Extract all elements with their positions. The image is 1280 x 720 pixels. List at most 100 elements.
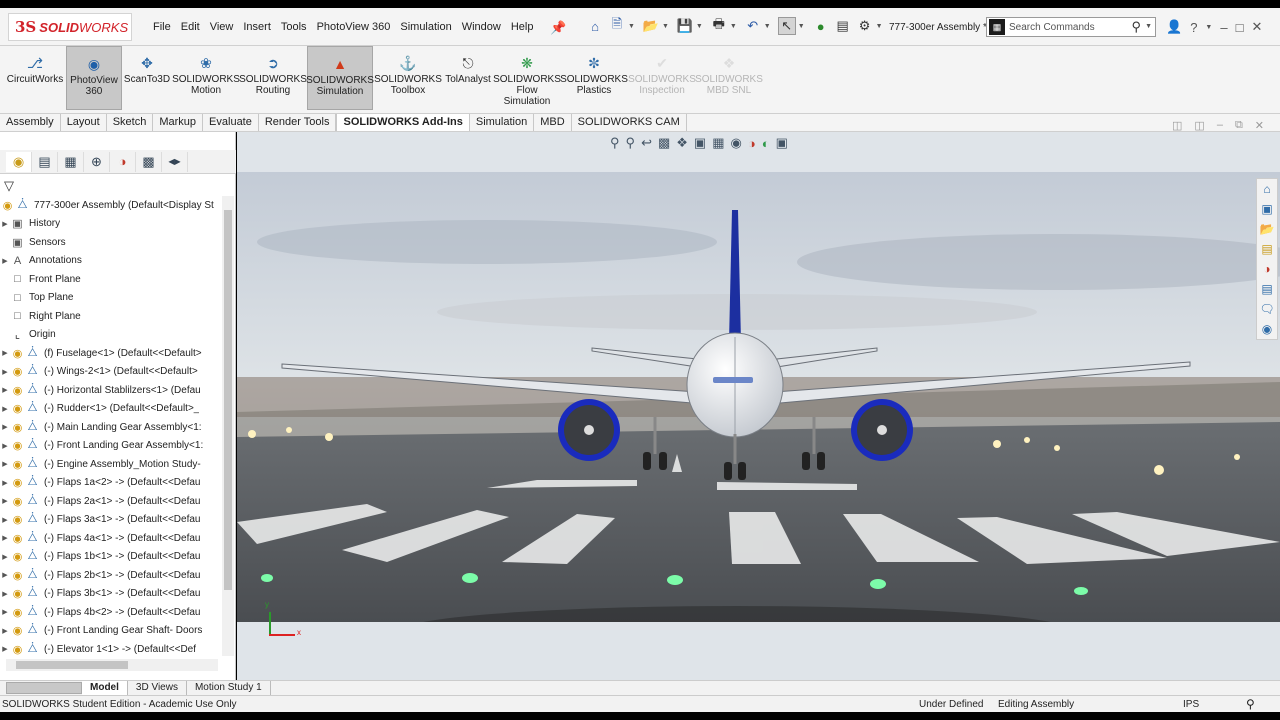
solidworks-motion-button[interactable]: ❀ SOLIDWORKS Motion — [172, 46, 240, 110]
expand-icon[interactable]: ▶ — [0, 608, 10, 616]
tree-item[interactable]: ▶ ◉ ⧊ (-) Flaps 1a<2> -> (Default<<Defau — [0, 474, 222, 492]
tab-simulation[interactable]: Simulation — [470, 114, 535, 131]
help-icon[interactable]: ? — [1190, 20, 1197, 35]
menu-view[interactable]: View — [210, 21, 234, 33]
tree-item[interactable]: ▶ ◉ ⧊ (-) Flaps 3a<1> -> (Default<<Defau — [0, 511, 222, 529]
doc-restore-icon[interactable]: ⧉ — [1235, 119, 1243, 132]
zoom-to-area-icon[interactable]: ⚲ — [626, 135, 636, 151]
tab-evaluate[interactable]: Evaluate — [203, 114, 259, 131]
expand-icon[interactable]: ▶ — [0, 479, 10, 487]
tolanalyst-button[interactable]: ⎋ TolAnalyst — [442, 46, 494, 110]
photoview-360-button[interactable]: ◉ PhotoView 360 — [66, 46, 122, 110]
feature-tree-icon[interactable]: ◉ — [6, 151, 32, 172]
save-dropdown-icon[interactable]: ▼ — [696, 23, 703, 30]
expand-icon[interactable]: ▶ — [0, 516, 10, 524]
rebuild-status-icon[interactable]: ⚲ — [1246, 697, 1255, 711]
tree-item[interactable]: □ Right Plane — [0, 307, 222, 325]
tab-sketch[interactable]: Sketch — [107, 114, 154, 131]
status-units[interactable]: IPS — [1183, 699, 1199, 710]
expand-icon[interactable]: ▶ — [0, 590, 10, 598]
expand-icon[interactable]: ▶ — [0, 257, 10, 265]
scanto3d-button[interactable]: ✥ ScanTo3D — [122, 46, 172, 110]
filter-icon[interactable]: ▽ — [4, 178, 14, 194]
expand-icon[interactable]: ▶ — [0, 220, 10, 228]
dynamic-annotation-icon[interactable]: ❖ — [676, 135, 688, 151]
tile-left-icon[interactable]: ◫ — [1172, 119, 1182, 132]
flow-simulation-button[interactable]: ❋ SOLIDWORKS Flow Simulation — [493, 46, 561, 110]
tree-item[interactable]: ▶ ◉ ⧊ (-) Horizontal Stablilzers<1> (Defau — [0, 381, 222, 399]
search-icon[interactable]: ⚲ — [1131, 19, 1141, 35]
tree-item[interactable]: □ Front Plane — [0, 270, 222, 288]
design-library-icon[interactable]: ▣ — [1261, 199, 1272, 219]
file-properties-icon[interactable]: ▤ — [834, 17, 852, 35]
graphics-area[interactable]: ⚲ ⚲ ↩ ▩ ❖ ▣ ▦ ◉ ◑ ◐ ▣ y x — [237, 132, 1280, 680]
tree-item[interactable]: ▶ ▣ History — [0, 215, 222, 233]
tree-item[interactable]: ▶ ◉ ⧊ (-) Flaps 4b<2> -> (Default<<Defau — [0, 603, 222, 621]
zoom-to-fit-icon[interactable]: ⚲ — [610, 135, 620, 151]
undo-dropdown-icon[interactable]: ▼ — [764, 23, 771, 30]
tree-item[interactable]: ⌞ Origin — [0, 326, 222, 344]
solidworks-simulation-button[interactable]: ▲ SOLIDWORKS Simulation — [306, 46, 374, 110]
tree-root[interactable]: ◉ ⧊ 777-300er Assembly (Default<Display … — [0, 196, 222, 214]
solidworks-inspection-button[interactable]: ✔ SOLIDWORKS Inspection — [628, 46, 696, 110]
solidworks-resources-icon[interactable]: ⌂ — [1263, 179, 1270, 199]
tree-item[interactable]: ▶ ◉ ⧊ (-) Flaps 2a<1> -> (Default<<Defau — [0, 492, 222, 510]
expand-icon[interactable]: ▶ — [0, 460, 10, 468]
doc-minimize-icon[interactable]: – — [1217, 119, 1223, 132]
previous-view-icon[interactable]: ↩ — [641, 135, 652, 151]
tree-item[interactable]: ▶ ◉ ⧊ (-) Flaps 3b<1> -> (Default<<Defau — [0, 585, 222, 603]
new-dropdown-icon[interactable]: ▼ — [628, 23, 635, 30]
section-view-icon[interactable]: ▩ — [658, 135, 670, 151]
expand-icon[interactable]: ▶ — [0, 442, 10, 450]
reference-triad[interactable]: y x — [265, 600, 305, 640]
select-cursor-icon[interactable]: ↖ — [777, 17, 796, 35]
configuration-manager-icon[interactable]: ▦ — [58, 151, 84, 172]
cam-feature-tree-icon[interactable]: ▩ — [136, 151, 162, 172]
tab-assembly[interactable]: Assembly — [0, 114, 61, 131]
expand-icon[interactable]: ▶ — [0, 645, 10, 653]
edit-appearance-icon[interactable]: ◑ — [748, 136, 756, 151]
menu-file[interactable]: File — [153, 21, 171, 33]
expand-icon[interactable]: ▶ — [0, 553, 10, 561]
tree-item[interactable]: ▶ ◉ ⧊ (f) Fuselage<1> (Default<<Default> — [0, 344, 222, 362]
expand-icon[interactable]: ▶ — [0, 386, 10, 394]
tree-item[interactable]: ▣ Sensors — [0, 233, 222, 251]
menu-insert[interactable]: Insert — [243, 21, 271, 33]
view-settings-icon[interactable]: ▣ — [776, 135, 788, 151]
options-dropdown-icon[interactable]: ▼ — [876, 23, 883, 30]
search-dropdown-icon[interactable]: ▼ — [1145, 23, 1152, 30]
tab-markup[interactable]: Markup — [153, 114, 204, 131]
print-dropdown-icon[interactable]: ▼ — [730, 23, 737, 30]
property-manager-icon[interactable]: ▤ — [32, 151, 58, 172]
view-orientation-icon[interactable]: ▣ — [694, 135, 706, 151]
solidworks-plastics-button[interactable]: ✼ SOLIDWORKS Plastics — [560, 46, 628, 110]
pin-menu-icon[interactable]: 📌 — [550, 20, 566, 36]
tab-render-tools[interactable]: Render Tools — [259, 114, 337, 131]
tab-solidworks-cam[interactable]: SOLIDWORKS CAM — [572, 114, 687, 131]
tree-item[interactable]: ▶ ◉ ⧊ (-) Front Landing Gear Assembly<1: — [0, 437, 222, 455]
print-icon[interactable]: 🖶 — [710, 16, 728, 35]
tab-model[interactable]: Model — [82, 681, 128, 695]
expand-icon[interactable]: ▶ — [0, 497, 10, 505]
tree-horizontal-scrollbar[interactable] — [6, 659, 218, 671]
dimxpert-icon[interactable]: ⊕ — [84, 151, 110, 172]
menu-simulation[interactable]: Simulation — [400, 21, 451, 33]
tree-item[interactable]: ▶ ◉ ⧊ (-) Rudder<1> (Default<<Default>_ — [0, 400, 222, 418]
tree-vertical-scrollbar[interactable] — [222, 196, 234, 656]
circuitworks-button[interactable]: ⎇ CircuitWorks — [4, 46, 66, 110]
custom-properties-icon[interactable]: ▤ — [1261, 279, 1272, 299]
hide-show-icon[interactable]: ◉ — [731, 135, 742, 151]
menu-window[interactable]: Window — [462, 21, 501, 33]
undo-icon[interactable]: ↶ — [744, 17, 762, 35]
solidworks-mbd-snl-button[interactable]: ❖ SOLIDWORKS MBD SNL — [695, 46, 763, 110]
traffic-light-icon[interactable]: ● — [812, 17, 830, 35]
minimize-icon[interactable]: – — [1220, 20, 1227, 35]
new-document-icon[interactable]: 🗎 — [608, 16, 626, 35]
view-palette-icon[interactable]: ▤ — [1261, 239, 1272, 259]
tree-item[interactable]: ▶ ◉ ⧊ (-) Elevator 1<1> -> (Default<<Def — [0, 640, 222, 658]
tree-item[interactable]: ▶ ◉ ⧊ (-) Engine Assembly_Motion Study- — [0, 455, 222, 473]
user-icon[interactable]: 👤 — [1166, 19, 1182, 35]
tab-mbd[interactable]: MBD — [534, 114, 572, 131]
tab-solidworks-add-ins[interactable]: SOLIDWORKS Add-Ins — [336, 114, 470, 131]
expand-icon[interactable]: ▶ — [0, 349, 10, 357]
